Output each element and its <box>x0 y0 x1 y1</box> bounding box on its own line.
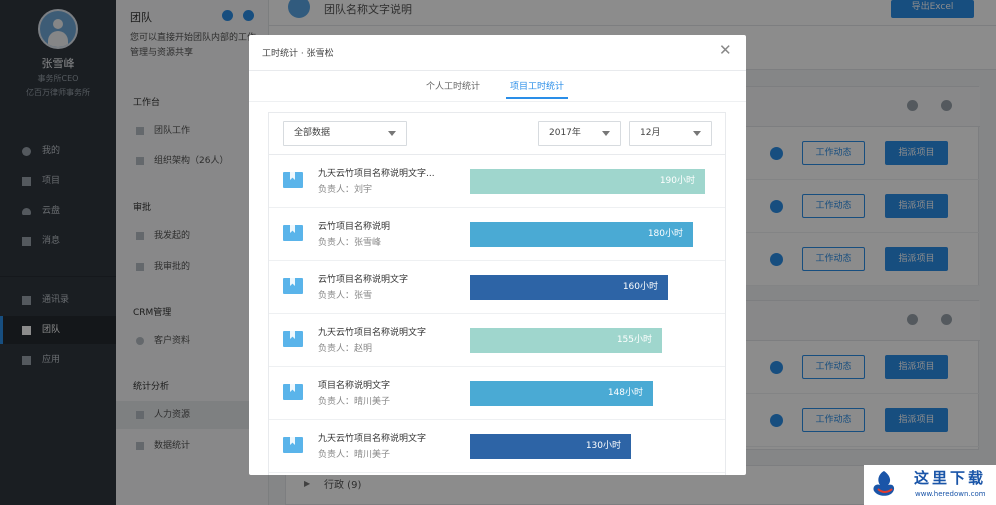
dialog-title: 工时统计 · 张雪松 <box>262 49 334 59</box>
project-row[interactable]: 项目名称说明文字 负责人：晴川美子 148小时 <box>269 367 725 420</box>
scope-select[interactable]: 全部数据 <box>283 121 407 146</box>
bookmark-icon <box>283 384 303 400</box>
project-row[interactable]: 云竹项目名称说明 负责人：张雪峰 180小时 <box>269 208 725 261</box>
chevron-down-icon <box>602 131 610 136</box>
watermark-logo <box>873 471 895 496</box>
hours-label: 155小时 <box>616 335 652 345</box>
owner-name: 张雪峰 <box>354 238 382 248</box>
bookmark-icon <box>283 172 303 188</box>
project-name: 云竹项目名称说明 <box>318 222 391 232</box>
project-name: 九天云竹项目名称说明文字 <box>318 328 427 338</box>
hours-bar: 160小时 <box>470 275 668 300</box>
hours-stats-dialog: 工时统计 · 张雪松 ✕ 个人工时统计 项目工时统计 全部数据 2017年 12… <box>249 35 746 475</box>
hours-label: 148小时 <box>607 388 643 398</box>
select-value: 全部数据 <box>294 128 331 138</box>
hours-bar: 190小时 <box>470 169 705 194</box>
select-value: 12月 <box>640 128 661 138</box>
tab-project-hours[interactable]: 项目工时统计 <box>506 79 569 99</box>
bookmark-icon <box>283 331 303 347</box>
owner-prefix: 负责人： <box>318 238 355 248</box>
filter-bar: 全部数据 2017年 12月 <box>269 113 725 155</box>
select-value: 2017年 <box>549 128 581 138</box>
hours-label: 160小时 <box>622 282 658 292</box>
hours-label: 190小时 <box>659 176 695 186</box>
bookmark-icon <box>283 278 303 294</box>
owner-prefix: 负责人： <box>318 344 355 354</box>
project-owner: 负责人：赵明 <box>318 341 372 354</box>
tab-personal-hours[interactable]: 个人工时统计 <box>426 79 480 99</box>
project-owner: 负责人：张雪 <box>318 288 372 301</box>
month-select[interactable]: 12月 <box>629 121 712 146</box>
owner-name: 刘宇 <box>354 185 373 195</box>
project-row[interactable]: 九天云竹项目名称说明文字 负责人：晴川美子 130小时 <box>269 420 725 473</box>
hours-bar: 130小时 <box>470 434 631 459</box>
year-select[interactable]: 2017年 <box>538 121 621 146</box>
watermark: 这里下载 www.heredown.com <box>864 465 996 505</box>
project-owner: 负责人：晴川美子 <box>318 394 390 407</box>
tab-divider <box>249 101 746 102</box>
bookmark-icon <box>283 225 303 241</box>
project-row[interactable]: 九天云竹项目名称说明文字 负责人：赵明 155小时 <box>269 314 725 367</box>
chevron-down-icon <box>693 131 701 136</box>
project-row[interactable]: 九天云竹项目名称说明文字... 负责人：刘宇 190小时 <box>269 155 725 208</box>
project-owner: 负责人：刘宇 <box>318 182 372 195</box>
hours-bar: 148小时 <box>470 381 653 406</box>
bookmark-icon <box>283 437 303 453</box>
project-owner: 负责人：晴川美子 <box>318 447 390 460</box>
hours-label: 180小时 <box>647 229 683 239</box>
close-icon[interactable]: ✕ <box>719 41 732 59</box>
project-name: 云竹项目名称说明文字 <box>318 275 409 285</box>
hours-bar: 155小时 <box>470 328 662 353</box>
hours-label: 130小时 <box>585 441 621 451</box>
project-name: 项目名称说明文字 <box>318 381 391 391</box>
owner-prefix: 负责人： <box>318 450 355 460</box>
project-row[interactable]: 云竹项目名称说明文字 负责人：张雪 160小时 <box>269 261 725 314</box>
project-name: 九天云竹项目名称说明文字 <box>318 434 427 444</box>
owner-name: 张雪 <box>354 291 373 301</box>
dialog-header: 工时统计 · 张雪松 ✕ <box>249 35 746 71</box>
owner-name: 晴川美子 <box>354 450 391 460</box>
owner-name: 晴川美子 <box>354 397 391 407</box>
project-name: 九天云竹项目名称说明文字... <box>318 169 435 179</box>
owner-prefix: 负责人： <box>318 397 355 407</box>
watermark-url: www.heredown.com <box>915 490 986 498</box>
chevron-down-icon <box>388 131 396 136</box>
project-owner: 负责人：张雪峰 <box>318 235 381 248</box>
owner-prefix: 负责人： <box>318 185 355 195</box>
owner-prefix: 负责人： <box>318 291 355 301</box>
owner-name: 赵明 <box>354 344 373 354</box>
hours-bar: 180小时 <box>470 222 693 247</box>
watermark-text: 这里下载 <box>914 469 987 487</box>
project-hours-list: 全部数据 2017年 12月 九天云竹项目名称说明文字... 负责人：刘宇 190小… <box>268 112 726 475</box>
